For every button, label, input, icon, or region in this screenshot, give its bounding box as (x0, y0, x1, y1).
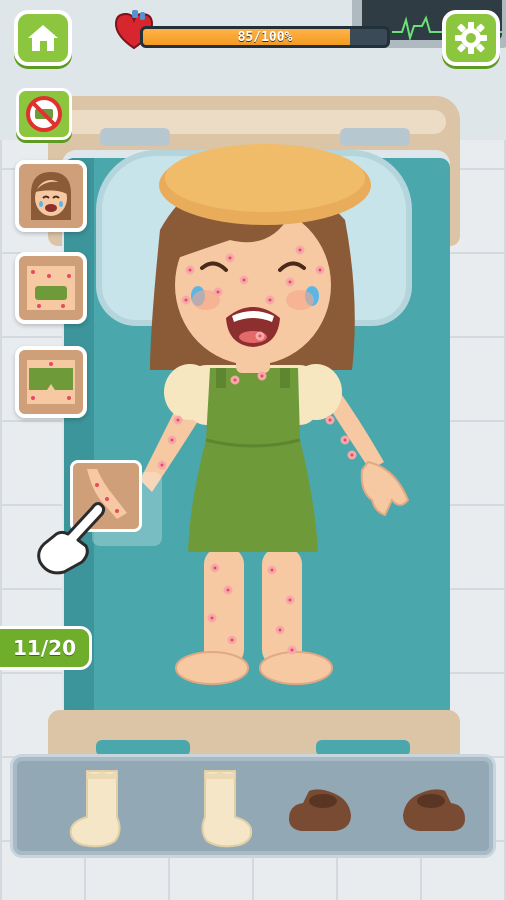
shoe-right-item[interactable] (385, 763, 485, 855)
shoe-icon (403, 789, 465, 831)
torso-icon (27, 266, 75, 310)
shoe-icon (289, 789, 351, 831)
sock-right-item[interactable] (169, 763, 269, 855)
sock-icon (69, 770, 121, 848)
sock-left-item[interactable] (53, 763, 153, 855)
settings-button[interactable] (442, 10, 500, 66)
level-counter: 11/20 (0, 626, 92, 670)
face-icon (31, 172, 71, 220)
no-ads-icon (26, 96, 62, 132)
no-ads-button[interactable] (16, 88, 72, 140)
progress-text: 85/100% (237, 29, 293, 45)
body-part-torso[interactable] (15, 252, 87, 324)
home-button[interactable] (14, 10, 72, 66)
pointer-hand-icon (37, 502, 106, 575)
body-part-hips[interactable] (15, 346, 87, 418)
wardrobe-tray (10, 754, 496, 858)
hips-icon (27, 360, 75, 404)
health-progress-bar: 85/100% (140, 26, 390, 48)
home-icon (28, 25, 58, 51)
gear-icon (455, 22, 487, 54)
shoe-left-item[interactable] (269, 763, 369, 855)
sock-icon (201, 770, 253, 848)
body-part-face[interactable] (15, 160, 87, 232)
